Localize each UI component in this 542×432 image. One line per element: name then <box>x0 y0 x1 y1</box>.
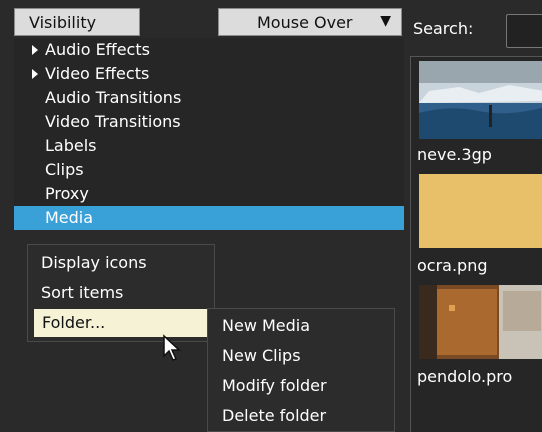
tree-item-label: Proxy <box>45 184 89 203</box>
context-menu: Display icons Sort items Folder... <box>27 244 215 342</box>
visibility-label: Visibility <box>29 12 97 32</box>
tree-item-audio-effects[interactable]: Audio Effects <box>14 38 404 62</box>
submenu-item-delete-folder[interactable]: Delete folder <box>222 401 326 431</box>
search-label: Search: <box>413 19 474 38</box>
expand-arrow-icon[interactable] <box>32 69 38 79</box>
expand-arrow-icon[interactable] <box>32 45 38 55</box>
media-item-label: neve.3gp <box>417 145 492 164</box>
search-input[interactable] <box>506 14 542 48</box>
tree-item-proxy[interactable]: Proxy <box>14 182 404 206</box>
tree-item-media[interactable]: Media <box>14 206 404 230</box>
media-list-panel: neve.3gp ocra.png pendolo.pro <box>410 56 542 432</box>
dropdown-arrow-icon: ▼ <box>380 13 391 29</box>
tree-item-label: Labels <box>45 136 97 155</box>
menu-item-folder[interactable]: Folder... <box>34 309 208 337</box>
category-tree: Audio Effects Video Effects Audio Transi… <box>14 38 404 230</box>
submenu-item-new-media[interactable]: New Media <box>222 311 310 341</box>
tree-item-clips[interactable]: Clips <box>14 158 404 182</box>
tree-item-label: Video Effects <box>45 64 150 83</box>
tree-item-labels[interactable]: Labels <box>14 134 404 158</box>
tree-item-label: Clips <box>45 160 84 179</box>
menu-item-sort-items[interactable]: Sort items <box>28 279 214 307</box>
submenu-item-new-clips[interactable]: New Clips <box>222 341 301 371</box>
tree-item-audio-transitions[interactable]: Audio Transitions <box>14 86 404 110</box>
media-item-label: ocra.png <box>417 256 488 275</box>
mouse-over-label: Mouse Over <box>257 12 353 32</box>
tree-item-label: Media <box>45 208 94 227</box>
tree-item-label: Video Transitions <box>45 112 181 131</box>
media-thumbnail-neve[interactable] <box>419 61 542 139</box>
tree-item-video-transitions[interactable]: Video Transitions <box>14 110 404 134</box>
menu-item-display-icons[interactable]: Display icons <box>28 249 214 277</box>
submenu-item-modify-folder[interactable]: Modify folder <box>222 371 327 401</box>
media-thumbnail-ocra[interactable] <box>419 174 542 248</box>
tree-item-label: Audio Transitions <box>45 88 182 107</box>
tree-item-label: Audio Effects <box>45 40 150 59</box>
media-thumbnail-pendolo[interactable] <box>419 285 542 359</box>
folder-submenu: New Media New Clips Modify folder Delete… <box>207 308 395 432</box>
media-item-label: pendolo.pro <box>417 367 513 386</box>
visibility-dropdown[interactable]: Visibility <box>14 8 140 36</box>
mouse-over-dropdown[interactable]: Mouse Over ▼ <box>218 8 402 36</box>
mouse-pointer-icon <box>163 334 181 361</box>
tree-item-video-effects[interactable]: Video Effects <box>14 62 404 86</box>
